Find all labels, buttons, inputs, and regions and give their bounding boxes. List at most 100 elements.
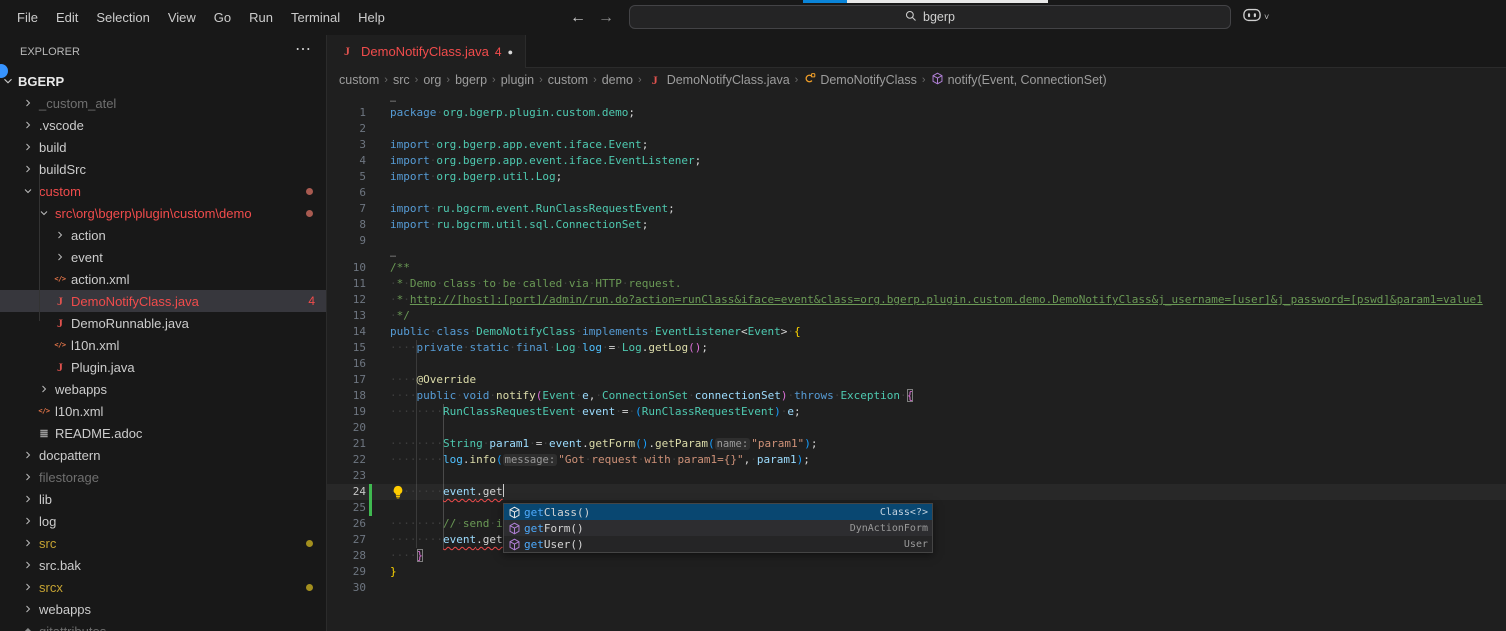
menu-selection[interactable]: Selection (87, 0, 158, 35)
menu-run[interactable]: Run (240, 0, 282, 35)
tree-item-l10n-xml[interactable]: </>l10n.xml (0, 400, 327, 422)
tree-item--vscode[interactable]: .vscode (0, 114, 327, 136)
tree-item-webapps[interactable]: webapps (0, 598, 327, 620)
breadcrumb-label: custom (548, 73, 588, 87)
code-line-18: 18····public·void·notify(Event·e,·Connec… (327, 388, 1506, 404)
text-cursor (503, 484, 505, 497)
code-line-17: 17····@Override (327, 372, 1506, 388)
tree-item-label: README.adoc (55, 426, 142, 441)
menu-edit[interactable]: Edit (47, 0, 87, 35)
breadcrumb-item[interactable]: org (423, 73, 441, 87)
tree-item-srcx[interactable]: srcx (0, 576, 327, 598)
breadcrumb-item[interactable]: src (393, 73, 410, 87)
code-line-2: 2 (327, 121, 1506, 137)
chevron-right-icon (20, 491, 36, 507)
code-line-30: 30 (327, 580, 1506, 596)
tree-item-src-bak[interactable]: src.bak (0, 554, 327, 576)
back-arrow-button[interactable]: ← (570, 9, 586, 27)
breadcrumb-item[interactable]: plugin (501, 73, 534, 87)
tree-item--custom-atel[interactable]: _custom_atel (0, 92, 327, 114)
tree-item-src[interactable]: src (0, 532, 327, 554)
tree-item-src-org-bgerp-plugin-custom-demo[interactable]: src\org\bgerp\plugin\custom\demo (0, 202, 327, 224)
java-file-icon: J (52, 359, 68, 375)
breadcrumb-item[interactable]: JDemoNotifyClass.java (647, 72, 790, 88)
tree-item-build[interactable]: build (0, 136, 327, 158)
tree-item-label: _custom_atel (39, 96, 116, 111)
tab-strip: J DemoNotifyClass.java 4 ● (327, 35, 1506, 68)
code-editor[interactable]: …1package·org.bgerp.plugin.custom.demo;2… (327, 92, 1506, 631)
tree-item-log[interactable]: log (0, 510, 327, 532)
suggest-item-getform[interactable]: getForm()DynActionForm (504, 520, 932, 536)
suggest-item-getuser[interactable]: getUser()User (504, 536, 932, 552)
explorer-more-actions-button[interactable]: ⋯ (295, 39, 312, 59)
problems-count-badge: 4 (308, 294, 315, 308)
breadcrumb-item[interactable]: bgerp (455, 73, 487, 87)
code-line-23: 23 (327, 468, 1506, 484)
tree-item-action-xml[interactable]: </>action.xml (0, 268, 327, 290)
chevron-right-icon (20, 535, 36, 551)
menu-view[interactable]: View (159, 0, 205, 35)
java-file-icon: J (52, 293, 68, 309)
tree-item-label: action (71, 228, 106, 243)
chevron-right-icon (20, 513, 36, 529)
tree-item-custom[interactable]: custom (0, 180, 327, 202)
root-folder-label: BGERP (18, 74, 64, 89)
tree-item-l10n-xml[interactable]: </>l10n.xml (0, 334, 327, 356)
tab-modified-dot[interactable]: ● (508, 47, 513, 57)
chevron-right-icon (36, 381, 52, 397)
tree-item-action[interactable]: action (0, 224, 327, 246)
lightbulb-icon[interactable] (391, 485, 405, 499)
tree-item-gitattributes[interactable]: ◆gitattributes (0, 620, 327, 631)
git-modified-dot (306, 540, 313, 547)
file-tree: _custom_atel.vscodebuildbuildSrccustomsr… (0, 92, 326, 631)
tree-item-readme-adoc[interactable]: ≣README.adoc (0, 422, 327, 444)
menu-help[interactable]: Help (349, 0, 394, 35)
suggest-item-getclass[interactable]: getClass() Class<?> (504, 504, 932, 520)
chevron-right-icon (20, 139, 36, 155)
breadcrumb-item[interactable]: custom (548, 73, 588, 87)
breadcrumb-item[interactable]: notify(Event, ConnectionSet) (931, 72, 1107, 88)
tree-item-docpattern[interactable]: docpattern (0, 444, 327, 466)
code-line-9: 9 (327, 233, 1506, 249)
breadcrumb-separator: › (539, 74, 543, 86)
copilot-menu-button[interactable]: ˅ (1243, 6, 1269, 28)
breadcrumb-item[interactable]: demo (602, 73, 633, 87)
tree-item-label: action.xml (71, 272, 130, 287)
breadcrumb-item[interactable]: custom (339, 73, 379, 87)
tree-item-label: gitattributes (39, 624, 106, 631)
tree-item-filestorage[interactable]: filestorage (0, 466, 327, 488)
tree-item-event[interactable]: event (0, 246, 327, 268)
chevron-down-icon: ˅ (1264, 12, 1269, 22)
command-center-search[interactable]: bgerp (629, 5, 1231, 29)
search-icon (905, 10, 917, 25)
search-value: bgerp (923, 10, 955, 24)
suggest-widget[interactable]: getClass() Class<?> getForm()DynActionForm… (503, 503, 933, 553)
chevron-right-icon (20, 557, 36, 573)
git-modified-dot (306, 584, 313, 591)
tree-item-buildsrc[interactable]: buildSrc (0, 158, 327, 180)
code-line-13: 13·*/ (327, 308, 1506, 324)
tree-item-lib[interactable]: lib (0, 488, 327, 510)
tree-item-demonotifyclass-java[interactable]: JDemoNotifyClass.java4 (0, 290, 327, 312)
breadcrumb-item[interactable]: DemoNotifyClass (803, 72, 917, 88)
tree-item-demorunnable-java[interactable]: JDemoRunnable.java (0, 312, 327, 334)
forward-arrow-button[interactable]: → (598, 9, 614, 27)
suggest-detail: Class<?> (880, 507, 928, 518)
code-line-8: 8import·ru.bgcrm.util.sql.ConnectionSet; (327, 217, 1506, 233)
tree-root-bgerp[interactable]: BGERP (0, 70, 326, 92)
xml-file-icon: </> (52, 337, 68, 353)
tree-item-webapps[interactable]: webapps (0, 378, 327, 400)
menu-go[interactable]: Go (205, 0, 240, 35)
tree-item-label: src.bak (39, 558, 81, 573)
tree-item-plugin-java[interactable]: JPlugin.java (0, 356, 327, 378)
method-icon (508, 538, 524, 551)
readme-file-icon: ≣ (36, 425, 52, 441)
tree-item-label: build (39, 140, 66, 155)
suggest-label: getClass() (524, 506, 590, 519)
tab-demonotifyclass[interactable]: J DemoNotifyClass.java 4 ● (327, 35, 526, 68)
chevron-right-icon (20, 161, 36, 177)
chevron-right-icon (20, 469, 36, 485)
menu-file[interactable]: File (8, 0, 47, 35)
top-edge-white-strip (847, 0, 1048, 3)
menu-terminal[interactable]: Terminal (282, 0, 349, 35)
